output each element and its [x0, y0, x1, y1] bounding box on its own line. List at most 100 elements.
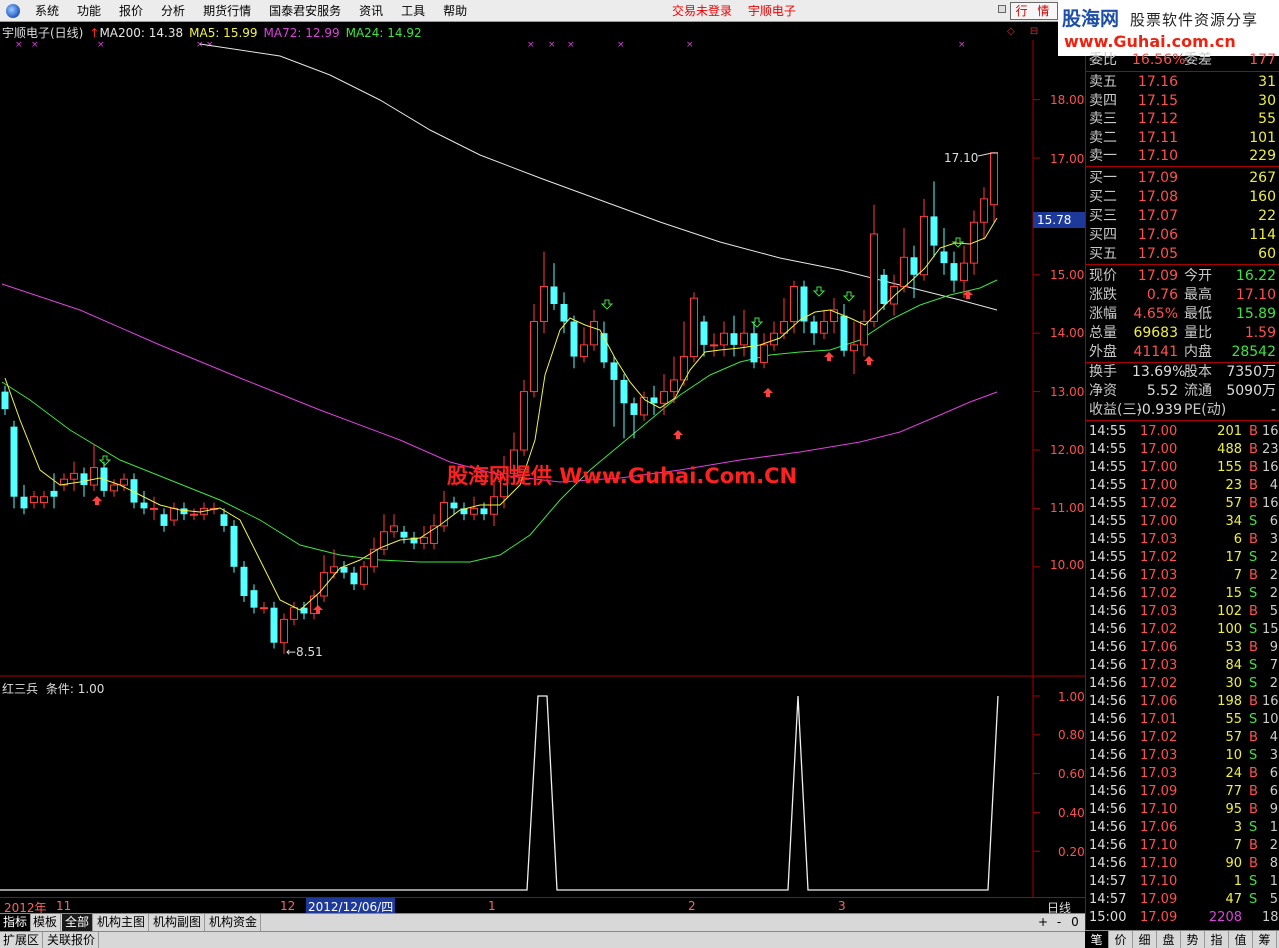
date-label-month: 3: [838, 899, 846, 913]
ask-row-value: 17.16: [1137, 74, 1178, 90]
weicha-label: 委差: [1184, 52, 1212, 68]
tick-row: 14:56 17.03 84 S 7: [1086, 657, 1279, 675]
tick-count: 2: [1269, 568, 1278, 583]
zoom-in-button[interactable]: +: [1036, 914, 1050, 931]
finance-row-label2: 股本: [1184, 364, 1212, 380]
ask-row-label: 卖四: [1089, 92, 1117, 109]
quote-row-label: 涨幅: [1089, 306, 1117, 322]
tick-price: 17.02: [1140, 676, 1178, 691]
tick-volume: 2208: [1208, 910, 1242, 925]
candle-body-up: [540, 285, 548, 323]
candle-body-down: [950, 263, 958, 281]
zoom-out-button[interactable]: -: [1052, 914, 1066, 931]
sell-signal: [842, 291, 856, 302]
event-marker: ×: [617, 40, 625, 50]
tick-volume: 6: [1233, 532, 1242, 547]
tick-price: 17.06: [1140, 694, 1178, 709]
candle-body-up: [260, 607, 268, 610]
finance-row-label: 收益(三): [1089, 402, 1142, 418]
tick-row: 14:56 17.03 24 B 6: [1086, 765, 1279, 783]
tab-main-chart[interactable]: 机构主图: [94, 914, 150, 931]
candle-body-up: [660, 391, 668, 404]
ask-row: 卖四 17.15 30: [1086, 92, 1279, 110]
tab-sub-chart[interactable]: 机构副图: [150, 914, 206, 931]
tick-row: 14:56 17.02 57 B 4: [1086, 729, 1279, 747]
tab-all[interactable]: 全部: [62, 914, 94, 931]
zoom-reset-button[interactable]: 0: [1068, 914, 1082, 931]
tick-price: 17.03: [1140, 748, 1178, 763]
tab-trend[interactable]: 势: [1181, 931, 1205, 948]
tick-time: 14:56: [1089, 676, 1127, 691]
tick-volume: 57: [1225, 730, 1242, 745]
tab-template[interactable]: 模板: [30, 914, 62, 931]
tab-detail[interactable]: 细: [1133, 931, 1157, 948]
tick-time: 15:00: [1089, 910, 1127, 925]
candle-body-up: [580, 344, 588, 358]
tab-related-quote[interactable]: 关联报价: [44, 932, 100, 948]
candle-body-down: [880, 274, 888, 304]
ask-row: 卖五 17.16 31: [1086, 73, 1279, 91]
banner-slogan: 股票软件资源分享: [1130, 11, 1259, 29]
tab-index[interactable]: 指: [1205, 931, 1229, 948]
arrow-down-icon: [98, 455, 112, 466]
bid-row-value2: 267: [1249, 170, 1276, 186]
tick-volume: 23: [1225, 478, 1242, 493]
candle-body-up: [780, 321, 788, 334]
tick-row: 14:56 17.03 10 S 3: [1086, 747, 1279, 765]
tick-volume: 57: [1225, 496, 1242, 511]
ask-row-value: 17.10: [1137, 148, 1178, 165]
event-marker: ×: [97, 40, 105, 50]
tick-count: 3: [1269, 532, 1278, 547]
y-tick-label: 12.00: [1050, 443, 1085, 457]
tick-row: 14:55 17.03 6 B 3: [1086, 531, 1279, 549]
tick-time: 14:56: [1089, 568, 1127, 583]
tab-tick[interactable]: 笔: [1085, 931, 1109, 948]
candle-body-up: [30, 496, 38, 504]
tick-price: 17.03: [1140, 532, 1178, 547]
kline-chart[interactable]: × × × × × × × × × × ×: [0, 0, 1085, 897]
tab-board[interactable]: 盘: [1157, 931, 1181, 948]
tick-side: S: [1249, 514, 1258, 529]
chart-corner-icons[interactable]: ◇ ⊟: [1007, 26, 1044, 37]
tick-price: 17.10: [1140, 856, 1178, 871]
tab-extension[interactable]: 扩展区: [0, 932, 44, 948]
buy-signal: [763, 388, 773, 397]
tick-volume: 90: [1225, 856, 1242, 871]
candle-body-up: [980, 198, 988, 223]
tick-side: S: [1249, 550, 1258, 565]
ask-row-value2: 229: [1249, 148, 1276, 165]
candle-body-down: [220, 514, 228, 526]
date-axis: 2012年 11 12 2012/12/06/四 1 2 3 日线: [0, 897, 1085, 915]
tick-side: B: [1249, 478, 1258, 493]
bid-row: 买四 17.06 114: [1086, 226, 1279, 244]
indicator-y-tick: 1.00: [1058, 690, 1085, 704]
bid-row: 买一 17.09 267: [1086, 169, 1279, 187]
tick-count: 1: [1269, 820, 1278, 835]
tick-row: 14:55 17.02 17 S 2: [1086, 549, 1279, 567]
candle-body-down: [700, 321, 708, 345]
quote-row: 涨幅 4.65% 最低 15.89: [1086, 305, 1279, 323]
ma24-line: [1, 279, 998, 563]
ma5-path: [4, 217, 998, 611]
ma5-line: [4, 217, 998, 611]
tab-indicator[interactable]: 指标: [0, 914, 32, 931]
tick-side: B: [1249, 568, 1258, 583]
tick-price: 17.00: [1140, 424, 1178, 439]
low-price-annotation: ←8.51: [286, 645, 323, 659]
tick-time: 14:55: [1089, 532, 1127, 547]
candle-body-up: [790, 285, 798, 323]
event-marker: ×: [567, 40, 575, 50]
quote-row: 总量 69683 量比 1.59: [1086, 324, 1279, 342]
candle-body-down: [80, 473, 88, 486]
tab-chips[interactable]: 筹: [1253, 931, 1277, 948]
tab-price[interactable]: 价: [1109, 931, 1133, 948]
tick-price: 17.02: [1140, 496, 1178, 511]
tab-capital[interactable]: 机构资金: [206, 914, 262, 931]
candle-body-up: [280, 618, 288, 644]
date-label-month: 2: [688, 899, 696, 913]
bid-row-value2: 160: [1249, 189, 1276, 205]
tick-row: 14:56 17.01 55 S 10: [1086, 711, 1279, 729]
ask-row-value2: 55: [1258, 111, 1276, 128]
tab-value[interactable]: 值: [1229, 931, 1253, 948]
event-marker: ×: [958, 40, 966, 50]
